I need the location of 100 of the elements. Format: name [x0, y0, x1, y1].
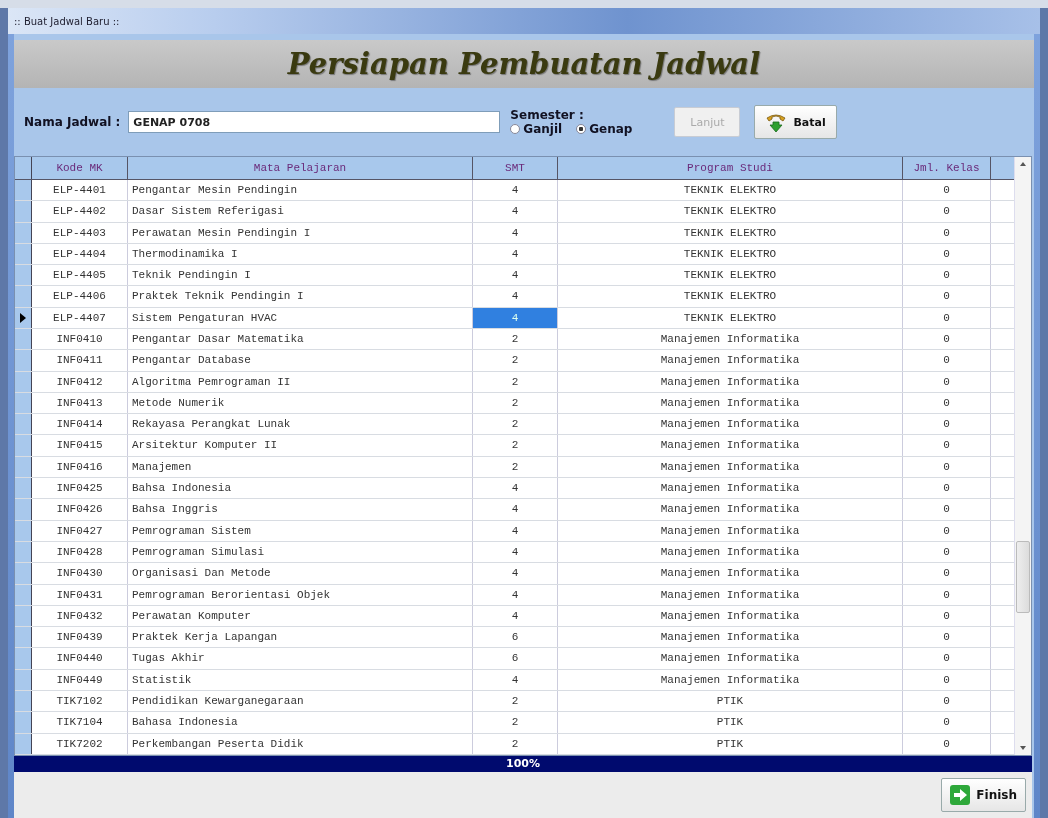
table-cell: Arsitektur Komputer II: [128, 435, 473, 456]
semester-radio[interactable]: Genap: [576, 122, 633, 136]
semester-radio[interactable]: Ganjil: [510, 122, 563, 136]
row-selector[interactable]: [15, 669, 32, 691]
table-cell: 2: [473, 691, 558, 712]
vertical-scrollbar[interactable]: [1014, 157, 1031, 755]
table-cell: Thermodinamika I: [128, 243, 473, 265]
schedule-name-field[interactable]: GENAP 0708: [128, 111, 501, 133]
table-cell: 4: [473, 499, 558, 520]
table-cell: Perkembangan Peserta Didik: [128, 733, 473, 754]
table-cell: 4: [473, 286, 558, 307]
row-selector[interactable]: [15, 456, 32, 478]
table-cell: Manajemen Informatika: [558, 563, 903, 584]
current-row-icon: [20, 312, 26, 323]
table-cell: 0: [903, 435, 991, 456]
field-label: Nama Jadwal :: [24, 115, 121, 129]
row-selector[interactable]: [15, 733, 32, 754]
table-cell: Pendidikan Kewarganegaraan: [128, 691, 473, 712]
table-cell: Manajemen Informatika: [558, 584, 903, 605]
column-header[interactable]: Mata Pelajaran: [128, 157, 473, 179]
table-cell: 4: [473, 541, 558, 563]
table-cell: 0: [903, 520, 991, 541]
column-header[interactable]: SMT: [473, 157, 558, 179]
table-cell: 0: [903, 222, 991, 243]
window-title: :: Buat Jadwal Baru ::: [14, 15, 120, 27]
cancel-button[interactable]: Batal: [754, 105, 837, 139]
table-cell: INF0440: [32, 648, 128, 669]
phone-icon: [765, 111, 788, 133]
table-cell: INF0439: [32, 627, 128, 648]
row-selector[interactable]: [15, 691, 32, 712]
row-selector[interactable]: [15, 478, 32, 499]
table-cell: INF0432: [32, 605, 128, 627]
table-cell: 0: [903, 541, 991, 563]
table-cell: 2: [473, 329, 558, 350]
scroll-thumb[interactable]: [1016, 541, 1030, 613]
table-cell: 4: [473, 478, 558, 499]
table-cell: 0: [903, 499, 991, 520]
table-cell: Pengantar Dasar Matematika: [128, 329, 473, 350]
row-selector[interactable]: [15, 307, 32, 328]
column-header[interactable]: Program Studi: [558, 157, 903, 179]
progress-reading: 100%: [506, 756, 540, 772]
table-cell: TIK7102: [32, 691, 128, 712]
finish-button[interactable]: Finish: [941, 778, 1026, 812]
table-cell: 0: [903, 179, 991, 201]
row-selector[interactable]: [15, 541, 32, 563]
table-cell: 0: [903, 392, 991, 414]
table-cell: 0: [903, 456, 991, 478]
row-selector[interactable]: [15, 584, 32, 605]
table-cell: ELP-4405: [32, 265, 128, 286]
table-cell: 2: [473, 371, 558, 392]
table-cell: 0: [903, 414, 991, 435]
row-selector[interactable]: [15, 414, 32, 435]
column-header[interactable]: Jml. Kelas: [903, 157, 991, 179]
table-cell: Organisasi Dan Metode: [128, 563, 473, 584]
row-selector[interactable]: [15, 243, 32, 265]
table-cell: Manajemen Informatika: [558, 371, 903, 392]
table-cell: Praktek Teknik Pendingin I: [128, 286, 473, 307]
table-cell: 0: [903, 563, 991, 584]
table-cell: Pemrograman Simulasi: [128, 541, 473, 563]
row-selector[interactable]: [15, 329, 32, 350]
scroll-down-icon[interactable]: [1020, 746, 1026, 750]
row-selector[interactable]: [15, 605, 32, 627]
table-cell: 4: [473, 201, 558, 222]
table-cell: INF0430: [32, 563, 128, 584]
table-cell: Perawatan Komputer: [128, 605, 473, 627]
table-cell: 0: [903, 478, 991, 499]
row-selector[interactable]: [15, 222, 32, 243]
table-cell: Manajemen Informatika: [558, 669, 903, 691]
row-selector[interactable]: [15, 627, 32, 648]
table-cell: 4: [473, 307, 558, 328]
table-cell: INF0427: [32, 520, 128, 541]
table-cell: Manajemen Informatika: [558, 499, 903, 520]
scroll-up-icon[interactable]: [1020, 162, 1026, 166]
table-cell: Rekayasa Perangkat Lunak: [128, 414, 473, 435]
table-cell: Pengantar Mesin Pendingin: [128, 179, 473, 201]
table-cell: 0: [903, 329, 991, 350]
table-cell: 2: [473, 392, 558, 414]
table-cell: INF0414: [32, 414, 128, 435]
column-header[interactable]: Kode MK: [32, 157, 128, 179]
table-cell: Manajemen Informatika: [558, 456, 903, 478]
row-selector[interactable]: [15, 179, 32, 201]
table-cell: PTIK: [558, 691, 903, 712]
table-cell: ELP-4407: [32, 307, 128, 328]
row-selector[interactable]: [15, 371, 32, 392]
table-cell: Perawatan Mesin Pendingin I: [128, 222, 473, 243]
row-selector[interactable]: [15, 265, 32, 286]
table-cell: 0: [903, 243, 991, 265]
table-cell: Manajemen Informatika: [558, 648, 903, 669]
table-cell: 0: [903, 371, 991, 392]
row-selector[interactable]: [15, 520, 32, 541]
table-cell: 4: [473, 265, 558, 286]
table-cell: TIK7202: [32, 733, 128, 754]
table-cell: 4: [473, 520, 558, 541]
table-cell: INF0412: [32, 371, 128, 392]
table-cell: Statistik: [128, 669, 473, 691]
table-cell: TEKNIK ELEKTRO: [558, 201, 903, 222]
table-cell: INF0410: [32, 329, 128, 350]
row-selector[interactable]: [15, 392, 32, 414]
table-cell: Manajemen Informatika: [558, 478, 903, 499]
table-cell: Metode Numerik: [128, 392, 473, 414]
